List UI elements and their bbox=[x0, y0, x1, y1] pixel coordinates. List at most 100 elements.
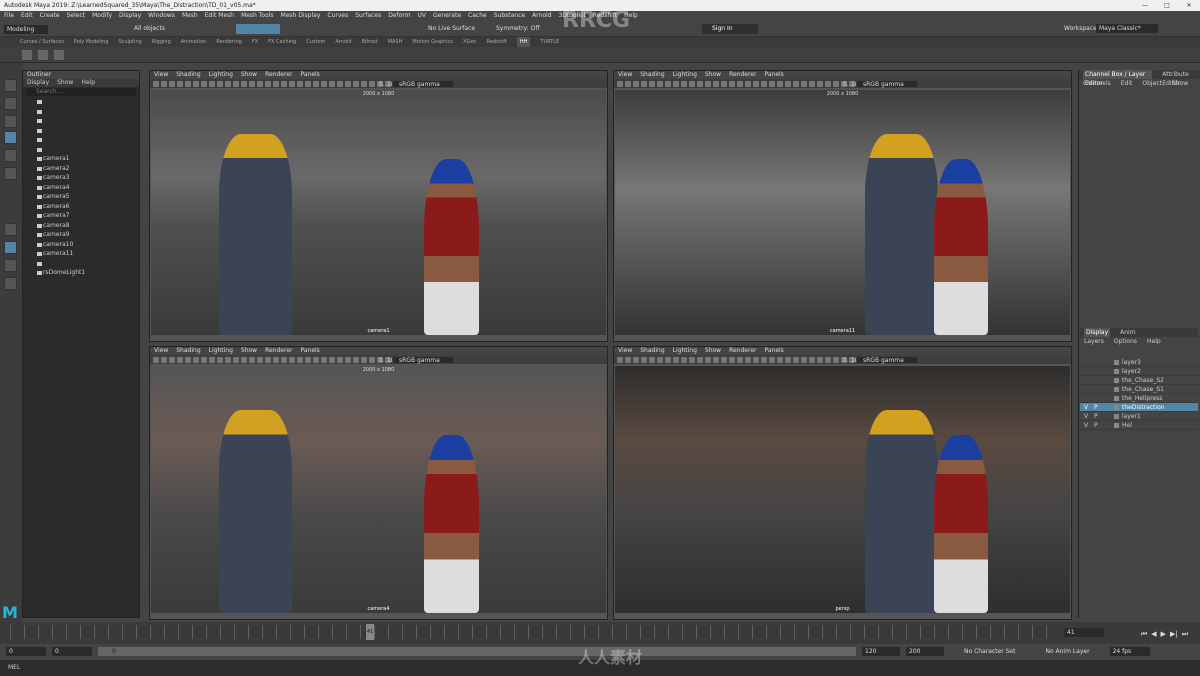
viewport-tool-icon[interactable] bbox=[617, 356, 623, 363]
viewport-tool-icon[interactable] bbox=[697, 356, 703, 363]
viewport-tool-icon[interactable] bbox=[801, 356, 807, 363]
menu-cache[interactable]: Cache bbox=[468, 11, 487, 21]
viewport-tool-icon[interactable] bbox=[241, 80, 247, 87]
outliner-item[interactable] bbox=[23, 97, 139, 107]
menu-surfaces[interactable]: Surfaces bbox=[355, 11, 381, 21]
exposure-field[interactable]: 0.00 bbox=[841, 80, 856, 88]
viewport-tool-icon[interactable] bbox=[345, 356, 351, 363]
menu-select[interactable]: Select bbox=[67, 11, 86, 21]
viewport-tool-icon[interactable] bbox=[257, 80, 263, 87]
layer-color-swatch[interactable] bbox=[1114, 387, 1119, 392]
viewport-tool-icon[interactable] bbox=[273, 80, 279, 87]
viewport-tool-icon[interactable] bbox=[825, 356, 831, 363]
viewport-menu-panels[interactable]: Panels bbox=[764, 347, 783, 355]
scale-tool-icon[interactable] bbox=[4, 167, 17, 180]
shelf-tab[interactable]: Rigging bbox=[152, 37, 171, 47]
viewport-tool-icon[interactable] bbox=[681, 356, 687, 363]
end-range-field[interactable]: 120 bbox=[862, 646, 900, 656]
outliner-item[interactable]: camera10 bbox=[23, 240, 139, 250]
viewport-tool-icon[interactable] bbox=[281, 356, 287, 363]
layer-row[interactable]: the_Chase_S2 bbox=[1080, 376, 1198, 385]
viewport-panel[interactable]: ViewShadingLightingShowRendererPanels0.0… bbox=[149, 346, 608, 620]
close-button[interactable]: ✕ bbox=[1178, 0, 1200, 11]
viewport-tool-icon[interactable] bbox=[321, 80, 327, 87]
step-forward-icon[interactable]: ▶| bbox=[1170, 630, 1178, 639]
outliner-item[interactable]: rsDomeLight1 bbox=[23, 268, 139, 278]
outliner-menu-item[interactable]: Display bbox=[27, 79, 49, 87]
shelf-tab[interactable]: Bifrost bbox=[362, 37, 378, 47]
color-space-dropdown[interactable]: sRGB gamma bbox=[857, 80, 917, 88]
viewport-tool-icon[interactable] bbox=[217, 356, 223, 363]
viewport-tool-icon[interactable] bbox=[321, 356, 327, 363]
layout-stack-icon[interactable] bbox=[4, 277, 17, 290]
viewport-tool-icon[interactable] bbox=[265, 356, 271, 363]
menu-generate[interactable]: Generate bbox=[433, 11, 461, 21]
shelf-tab[interactable]: HH bbox=[516, 37, 531, 47]
viewport-tool-icon[interactable] bbox=[305, 356, 311, 363]
channel-box-menu-item[interactable]: Show bbox=[1172, 79, 1188, 88]
viewport-tool-icon[interactable] bbox=[345, 80, 351, 87]
viewport-tool-icon[interactable] bbox=[353, 356, 359, 363]
outliner-menu-item[interactable]: Show bbox=[57, 79, 73, 87]
viewport-tool-icon[interactable] bbox=[241, 356, 247, 363]
viewport-scene[interactable] bbox=[615, 366, 1070, 613]
shelf-tab[interactable]: Motion Graphics bbox=[412, 37, 453, 47]
viewport-tool-icon[interactable] bbox=[233, 356, 239, 363]
color-space-dropdown[interactable]: sRGB gamma bbox=[393, 356, 453, 364]
gamma-value-field[interactable]: 1.00 bbox=[385, 80, 400, 88]
playback-toggle[interactable]: P bbox=[1094, 403, 1098, 412]
lasso-tool-icon[interactable] bbox=[4, 97, 17, 110]
shelf-tool-icon[interactable] bbox=[54, 50, 64, 60]
viewport-tool-icon[interactable] bbox=[657, 80, 663, 87]
menu-mesh-display[interactable]: Mesh Display bbox=[281, 11, 321, 21]
play-icon[interactable]: ▶ bbox=[1161, 630, 1166, 639]
viewport-tool-icon[interactable] bbox=[225, 356, 231, 363]
menu-mesh[interactable]: Mesh bbox=[182, 11, 198, 21]
menu-substance[interactable]: Substance bbox=[494, 11, 525, 21]
viewport-tool-icon[interactable] bbox=[177, 80, 183, 87]
playback-toggle[interactable]: P bbox=[1094, 412, 1098, 421]
viewport-tool-icon[interactable] bbox=[777, 356, 783, 363]
viewport-tool-icon[interactable] bbox=[225, 80, 231, 87]
viewport-tool-icon[interactable] bbox=[337, 356, 343, 363]
viewport-scene[interactable] bbox=[615, 90, 1070, 335]
layer-color-swatch[interactable] bbox=[1114, 414, 1119, 419]
menu-arnold[interactable]: Arnold bbox=[532, 11, 551, 21]
viewport-tool-icon[interactable] bbox=[185, 356, 191, 363]
character-set[interactable]: No Character Set bbox=[964, 648, 1015, 655]
viewport-tool-icon[interactable] bbox=[633, 356, 639, 363]
viewport-tool-icon[interactable] bbox=[681, 80, 687, 87]
viewport-tool-icon[interactable] bbox=[673, 80, 679, 87]
menu-redshift[interactable]: Redshift bbox=[593, 11, 617, 21]
go-start-icon[interactable]: ⏮ bbox=[1141, 630, 1147, 639]
viewport-tool-icon[interactable] bbox=[257, 356, 263, 363]
all-objects-label[interactable]: All objects bbox=[134, 25, 165, 32]
viewport-tool-icon[interactable] bbox=[249, 80, 255, 87]
viewport-tool-icon[interactable] bbox=[625, 80, 631, 87]
layer-color-swatch[interactable] bbox=[1114, 423, 1119, 428]
layer-row[interactable]: the_Helipress bbox=[1080, 394, 1198, 403]
mode-dropdown[interactable]: Modeling bbox=[4, 25, 48, 34]
channel-box-tab[interactable]: Channel Box / Layer Editor bbox=[1083, 70, 1153, 87]
viewport-tool-icon[interactable] bbox=[809, 356, 815, 363]
viewport-menu-show[interactable]: Show bbox=[705, 71, 721, 79]
viewport-panel[interactable]: ViewShadingLightingShowRendererPanels0.0… bbox=[613, 346, 1072, 620]
viewport-tool-icon[interactable] bbox=[745, 80, 751, 87]
outliner-item[interactable] bbox=[23, 135, 139, 145]
viewport-tool-icon[interactable] bbox=[665, 80, 671, 87]
viewport-menu-panels[interactable]: Panels bbox=[300, 347, 319, 355]
viewport-tool-icon[interactable] bbox=[617, 80, 623, 87]
viewport-menu-view[interactable]: View bbox=[618, 71, 632, 79]
shelf-tab[interactable]: Poly Modeling bbox=[74, 37, 109, 47]
shelf-tab[interactable]: Sculpting bbox=[118, 37, 141, 47]
viewport-menu-view[interactable]: View bbox=[154, 71, 168, 79]
outliner-item[interactable]: camera9 bbox=[23, 230, 139, 240]
viewport-tool-icon[interactable] bbox=[305, 80, 311, 87]
menu-edit[interactable]: Edit bbox=[21, 11, 33, 21]
visibility-toggle[interactable]: V bbox=[1084, 412, 1088, 421]
viewport-tool-icon[interactable] bbox=[209, 356, 215, 363]
viewport-tool-icon[interactable] bbox=[833, 356, 839, 363]
outliner-item[interactable]: camera7 bbox=[23, 211, 139, 221]
exposure-field[interactable]: 0.00 bbox=[377, 356, 392, 364]
shelf-tab[interactable]: Animation bbox=[181, 37, 207, 47]
